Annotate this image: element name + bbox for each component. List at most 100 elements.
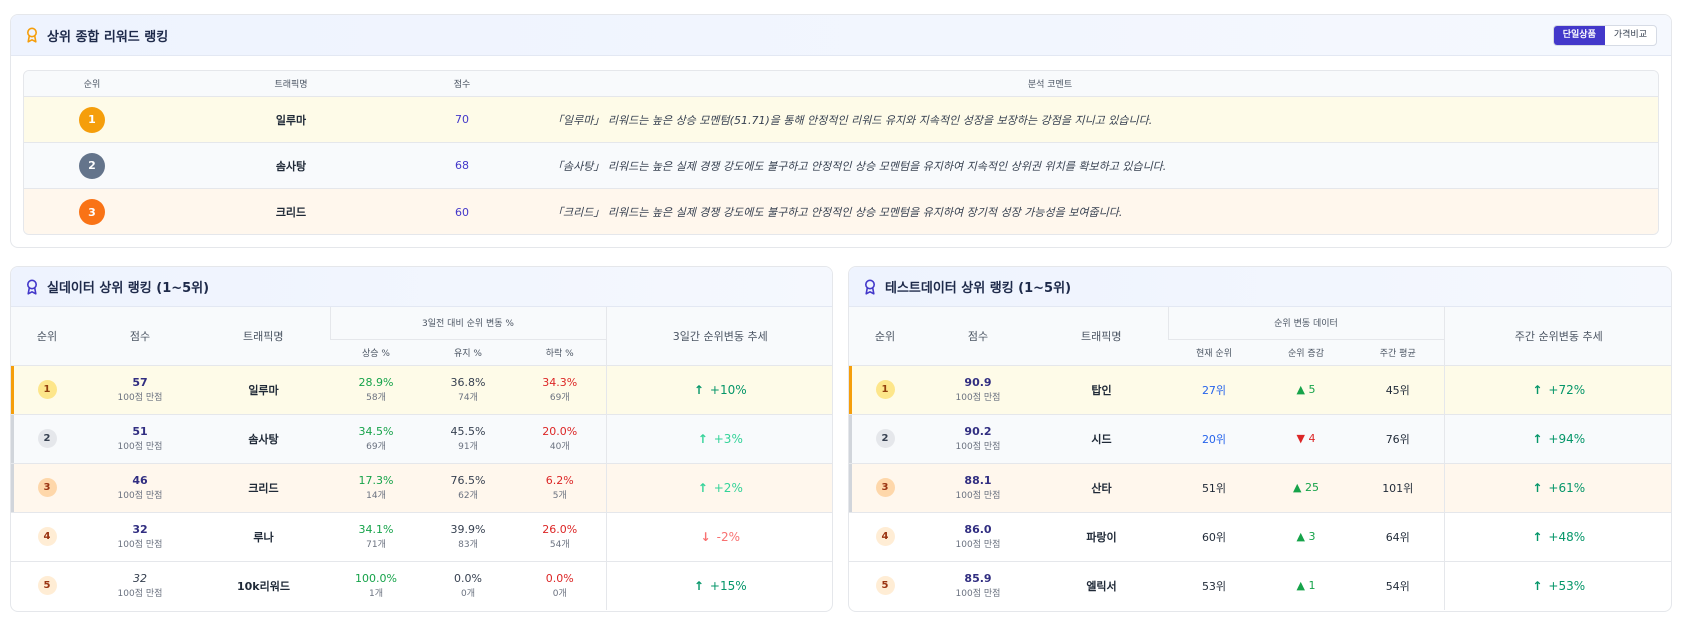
header-change-group: 3일전 대비 순위 변동 % bbox=[329, 307, 607, 340]
up-pct: 34.5% bbox=[358, 425, 394, 438]
triangle-up-icon: ▲ bbox=[1296, 530, 1305, 543]
rank-change: ▲ 5 bbox=[1260, 365, 1352, 415]
table-row: 2 90.2 100점 만점 시드 20위 ▼ 4 76위 ↑ +94% bbox=[849, 414, 1671, 464]
trend-cell: ↑ +94% bbox=[1443, 414, 1671, 464]
header-trend: 주간 순위변동 추세 bbox=[1443, 307, 1671, 366]
score-caption: 100점 만점 bbox=[955, 393, 1001, 403]
keep-pct: 39.9% bbox=[450, 523, 486, 536]
header-score: 점수 bbox=[921, 307, 1035, 366]
header-score: 점수 bbox=[453, 80, 471, 90]
top-row-name: 솜사탕 bbox=[275, 159, 307, 173]
traffic-name: 루나 bbox=[197, 512, 330, 562]
trend-cell: ↑ +53% bbox=[1443, 561, 1671, 610]
arrow-up-icon: ↑ bbox=[1532, 578, 1543, 593]
table-row: 2 51 100점 만점 솜사탕 34.5% 69개 45.5% 91개 20.0% 4… bbox=[11, 414, 832, 464]
traffic-name: 탑인 bbox=[1035, 365, 1168, 415]
trend-value: +72% bbox=[1548, 382, 1586, 397]
traffic-name: 시드 bbox=[1035, 414, 1168, 464]
keep-count: 62개 bbox=[458, 491, 478, 501]
header-down: 하락 % bbox=[514, 339, 607, 366]
table-row: 5 32 100점 만점 10k리워드 100.0% 1개 0.0% 0개 0.0% 0… bbox=[11, 561, 832, 610]
top-row-comment: 「크리드」 리워드는 높은 실제 경쟁 강도에도 불구하고 안정적인 상승 모멘… bbox=[552, 206, 1123, 219]
up-count: 58개 bbox=[366, 393, 386, 403]
traffic-name: 엘릭서 bbox=[1086, 579, 1117, 593]
up-count: 14개 bbox=[366, 491, 386, 501]
rank-badge: 1 bbox=[875, 380, 895, 399]
silver-medal: 2 bbox=[79, 152, 105, 179]
triangle-up-icon: ▲ bbox=[1296, 383, 1305, 396]
toggle-single-product[interactable]: 단일상품 bbox=[1553, 25, 1605, 45]
arrow-up-icon: ↑ bbox=[693, 578, 704, 593]
down-pct: 0.0% bbox=[545, 572, 574, 586]
header-name: 트래픽명 bbox=[197, 307, 330, 366]
trend-value: +48% bbox=[1548, 529, 1586, 544]
arrow-up-icon: ↑ bbox=[1532, 382, 1543, 397]
arrow-down-icon: ↓ bbox=[700, 529, 711, 544]
real-panel-title: 실데이터 상위 랭킹 (1~5위) bbox=[47, 281, 210, 296]
down-pct: 20.0% bbox=[542, 425, 578, 438]
down-count: 40개 bbox=[549, 442, 570, 452]
arrow-up-icon: ↑ bbox=[1532, 529, 1543, 544]
table-row: 4 32 100점 만점 루나 34.1% 71개 39.9% 83개 26.0% 54… bbox=[11, 512, 832, 562]
current-rank: 60위 bbox=[1168, 512, 1260, 562]
header-keep: 유지 % bbox=[422, 339, 514, 366]
rank-badge: 2 bbox=[875, 429, 895, 448]
keep-pct: 0.0% bbox=[454, 572, 482, 586]
bronze-medal: 3 bbox=[79, 199, 105, 225]
arrow-up-icon: ↑ bbox=[1532, 431, 1543, 446]
down-pct: 6.2% bbox=[545, 474, 574, 487]
table-row: 3 88.1 100점 만점 산타 51위 ▲ 25 101위 ↑ +61% bbox=[849, 463, 1671, 513]
trend-cell: ↑ +61% bbox=[1443, 463, 1671, 513]
table-row: 1 90.9 100점 만점 탑인 27위 ▲ 5 45위 ↑ +72% bbox=[849, 365, 1671, 415]
current-rank: 53위 bbox=[1201, 579, 1227, 593]
trend-value: +10% bbox=[709, 382, 747, 397]
top-reward-ranking-panel: 상위 종합 리워드 랭킹 단일상품 가격비교 순위 트래픽명 점수 분석 코멘트… bbox=[10, 14, 1672, 248]
rank-badge: 1 bbox=[37, 380, 57, 399]
trend-cell: ↑ +15% bbox=[605, 561, 832, 610]
score-caption: 100점 만점 bbox=[955, 491, 1001, 501]
rank-change: ▲ 25 bbox=[1260, 463, 1352, 513]
up-pct: 34.1% bbox=[358, 523, 394, 536]
traffic-name: 산타 bbox=[1035, 463, 1168, 513]
trend-value: +3% bbox=[713, 431, 743, 446]
score-caption: 100점 만점 bbox=[117, 589, 163, 600]
toggle-price-compare[interactable]: 가격비교 bbox=[1605, 26, 1656, 45]
trend-value: +94% bbox=[1548, 431, 1586, 446]
score-caption: 100점 만점 bbox=[117, 540, 163, 550]
trend-cell: ↑ +2% bbox=[605, 463, 832, 513]
trend-value: +15% bbox=[709, 578, 747, 593]
keep-count: 74개 bbox=[458, 393, 478, 403]
up-count: 69개 bbox=[366, 442, 386, 452]
weekly-avg: 76위 bbox=[1352, 414, 1444, 464]
traffic-name: 파랑이 bbox=[1035, 512, 1168, 562]
rank-change-value: 1 bbox=[1308, 579, 1316, 593]
score-value: 90.2 bbox=[964, 425, 992, 438]
header-trend: 3일간 순위변동 추세 bbox=[605, 307, 832, 366]
traffic-name: 일루마 bbox=[197, 365, 330, 415]
up-pct: 17.3% bbox=[358, 474, 394, 487]
score-value: 32 bbox=[133, 572, 147, 586]
trend-cell: ↓ -2% bbox=[605, 512, 832, 562]
down-count: 54개 bbox=[549, 540, 570, 550]
award-icon bbox=[27, 27, 37, 43]
top-panel-header: 상위 종합 리워드 랭킹 단일상품 가격비교 bbox=[11, 15, 1671, 56]
score-value: 32 bbox=[132, 523, 148, 536]
down-count: 5개 bbox=[552, 491, 567, 501]
top-row: 2 솜사탕 68 「솜사탕」 리워드는 높은 실제 경쟁 강도에도 불구하고 안… bbox=[24, 143, 1658, 189]
header-name: 트래픽명 bbox=[274, 80, 308, 90]
weekly-avg: 64위 bbox=[1352, 512, 1444, 562]
award-icon bbox=[865, 279, 875, 295]
rank-badge: 2 bbox=[37, 429, 57, 448]
header-up: 상승 % bbox=[330, 339, 422, 366]
trend-cell: ↑ +48% bbox=[1443, 512, 1671, 562]
table-row: 3 46 100점 만점 크리드 17.3% 14개 76.5% 62개 6.2% 5개… bbox=[11, 463, 832, 513]
rank-change: ▼ 4 bbox=[1260, 414, 1352, 464]
weekly-avg: 45위 bbox=[1352, 365, 1444, 415]
up-pct: 28.9% bbox=[358, 376, 394, 389]
test-data-ranking-panel: 테스트데이터 상위 랭킹 (1~5위) 순위 점수 트래픽명 순위 변동 데이터… bbox=[848, 266, 1672, 612]
rank-change-value: 4 bbox=[1308, 432, 1316, 445]
top-table-header: 순위 트래픽명 점수 분석 코멘트 bbox=[24, 71, 1658, 97]
header-change-group: 순위 변동 데이터 bbox=[1167, 307, 1445, 340]
keep-pct: 45.5% bbox=[450, 425, 486, 438]
rank-badge: 5 bbox=[37, 576, 57, 596]
